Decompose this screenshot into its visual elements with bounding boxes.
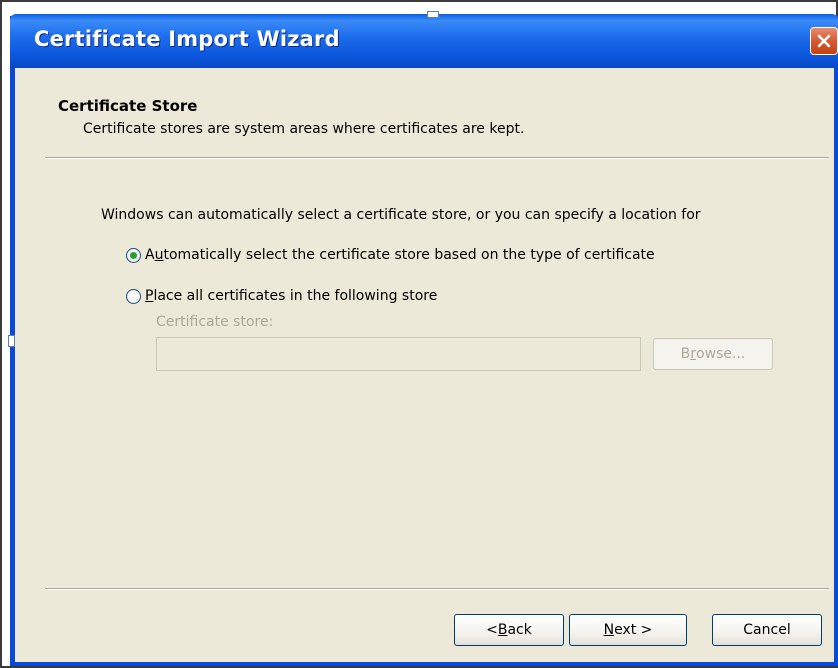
next-button[interactable]: Next > [569,614,687,646]
title-bar[interactable]: Certificate Import Wizard [10,14,838,68]
screenshot-frame: Certificate Import Wizard Certificate St… [0,0,838,668]
wizard-header: Certificate Store Certificate stores are… [15,68,834,155]
radio-button-unchecked[interactable] [126,288,141,304]
radio-button-checked[interactable] [126,247,141,263]
header-divider [45,157,829,159]
cancel-button[interactable]: Cancel [712,614,822,646]
close-button[interactable] [810,27,838,55]
page-title: Certificate Store [58,97,198,115]
resize-handle-top[interactable] [427,11,439,18]
certificate-store-input[interactable] [156,337,641,371]
certificate-store-label: Certificate store: [156,314,274,330]
browse-button[interactable]: Br owse... [653,338,773,370]
page-subtitle: Certificate stores are system areas wher… [83,121,525,137]
window-title: Certificate Import Wizard [34,27,340,51]
close-icon [817,34,831,48]
back-button[interactable]: < Back [454,614,564,646]
footer-divider [45,588,829,590]
radio-place-all[interactable]: Place all certificates in the following … [126,288,437,304]
radio-place-label: Place all certificates in the following … [145,288,438,304]
resize-handle-left[interactable] [8,335,15,347]
radio-auto-label: Automatically select the certificate sto… [145,247,655,263]
wizard-window: Certificate Import Wizard Certificate St… [10,14,838,666]
intro-text: Windows can automatically select a certi… [101,207,701,223]
radio-auto-select[interactable]: Automatically select the certificate sto… [126,247,655,263]
